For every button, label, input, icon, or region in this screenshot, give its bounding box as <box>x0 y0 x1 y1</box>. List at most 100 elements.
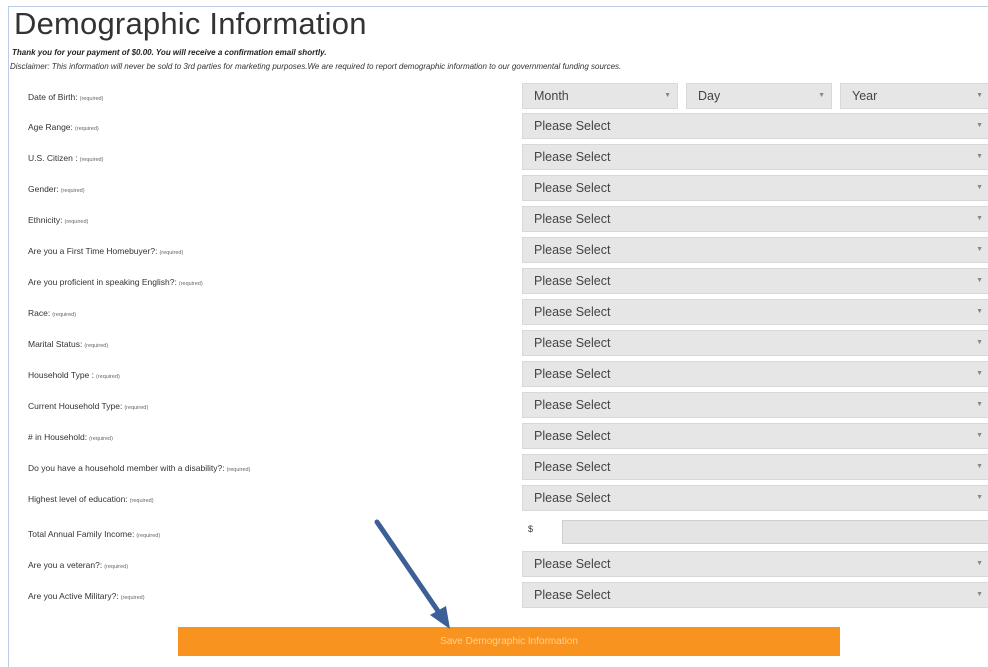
field-select-value: Please Select <box>534 243 611 257</box>
field-label: U.S. Citizen : (required) <box>28 153 104 163</box>
required-tag: (required) <box>89 436 113 442</box>
field-select-value: Please Select <box>534 212 611 226</box>
caret-down-icon: ▼ <box>976 153 983 160</box>
dob-row: Date of Birth: (required) Month ▼ Day ▼ Yea… <box>0 83 988 114</box>
field-select-value: Please Select <box>534 274 611 288</box>
dob-label: Date of Birth: (required) <box>28 92 104 102</box>
caret-down-icon: ▼ <box>976 339 983 346</box>
caret-down-icon: ▼ <box>976 215 983 222</box>
page-title: Demographic Information <box>14 6 367 41</box>
required-tag: (required) <box>120 595 145 601</box>
currency-symbol: $ <box>528 524 534 534</box>
field-select[interactable]: Please Select ▼ <box>522 175 988 201</box>
required-tag: (required) <box>79 157 104 163</box>
field-label: Gender: (required) <box>28 184 85 194</box>
income-label: Total Annual Family Income: (required) <box>28 529 161 539</box>
form-row: Are you a veteran?: (required) Please Sele… <box>0 551 988 582</box>
required-tag: (required) <box>84 343 109 349</box>
field-select[interactable]: Please Select ▼ <box>522 299 988 325</box>
required-tag: (required) <box>79 96 104 102</box>
caret-down-icon: ▼ <box>976 184 983 191</box>
field-label: Race: (required) <box>28 308 77 318</box>
field-select-value: Please Select <box>534 460 611 474</box>
form-row: Race: (required) Please Select ▼ <box>0 299 988 330</box>
form-row: Are you proficient in speaking English?:… <box>0 268 988 299</box>
field-label: Current Household Type: (required) <box>28 401 149 411</box>
form-row: Are you Active Military?: (required) Pleas… <box>0 582 988 613</box>
required-tag: (required) <box>104 564 129 570</box>
required-tag: (required) <box>64 219 89 225</box>
form-row: Are you a First Time Homebuyer?: (require… <box>0 237 988 268</box>
form-row: Gender: (required) Please Select ▼ <box>0 175 988 206</box>
caret-down-icon: ▼ <box>818 92 825 99</box>
field-select-value: Please Select <box>534 429 611 443</box>
required-tag: (required) <box>124 405 149 411</box>
field-select[interactable]: Please Select ▼ <box>522 551 988 577</box>
field-select[interactable]: Please Select ▼ <box>522 206 988 232</box>
field-label: Marital Status: (required) <box>28 339 109 349</box>
field-select[interactable]: Please Select ▼ <box>522 454 988 480</box>
dob-year-select[interactable]: Year ▼ <box>840 83 988 109</box>
field-select-value: Please Select <box>534 367 611 381</box>
caret-down-icon: ▼ <box>664 92 671 99</box>
caret-down-icon: ▼ <box>976 494 983 501</box>
field-label: Household Type : (required) <box>28 370 120 380</box>
payment-confirmation-text: Thank you for your payment of $0.00. You… <box>12 48 327 57</box>
form-row: # in Household: (required) Please Select ▼ <box>0 423 988 454</box>
field-label: Are you a veteran?: (required) <box>28 560 129 570</box>
form-row: U.S. Citizen : (required) Please Select ▼ <box>0 144 988 175</box>
required-tag: (required) <box>178 281 203 287</box>
required-tag: (required) <box>52 312 77 318</box>
field-select-value: Please Select <box>534 119 611 133</box>
form-row: Highest level of education: (required) Ple… <box>0 485 988 516</box>
caret-down-icon: ▼ <box>976 122 983 129</box>
field-select-value: Please Select <box>534 491 611 505</box>
field-select-value: Please Select <box>534 588 611 602</box>
field-label: Are you Active Military?: (required) <box>28 591 145 601</box>
caret-down-icon: ▼ <box>976 560 983 567</box>
field-select-value: Please Select <box>534 150 611 164</box>
dob-month-select[interactable]: Month ▼ <box>522 83 678 109</box>
field-select[interactable]: Please Select ▼ <box>522 392 988 418</box>
field-select[interactable]: Please Select ▼ <box>522 268 988 294</box>
income-input[interactable] <box>562 520 988 544</box>
caret-down-icon: ▼ <box>976 432 983 439</box>
field-select-value: Please Select <box>534 305 611 319</box>
dob-day-value: Day <box>698 89 721 103</box>
field-select[interactable]: Please Select ▼ <box>522 113 988 139</box>
field-label: Age Range: (required) <box>28 122 99 132</box>
form-row: Household Type : (required) Please Select ▼ <box>0 361 988 392</box>
caret-down-icon: ▼ <box>976 591 983 598</box>
disclaimer-text: Disclaimer: This information will never … <box>10 62 622 71</box>
form-row: Marital Status: (required) Please Select ▼ <box>0 330 988 361</box>
field-label: Ethnicity: (required) <box>28 215 89 225</box>
caret-down-icon: ▼ <box>976 308 983 315</box>
field-select[interactable]: Please Select ▼ <box>522 330 988 356</box>
field-select[interactable]: Please Select ▼ <box>522 582 988 608</box>
form-row: Age Range: (required) Please Select ▼ <box>0 113 988 144</box>
required-tag: (required) <box>226 467 251 473</box>
field-select[interactable]: Please Select ▼ <box>522 423 988 449</box>
save-demographic-button[interactable]: Save Demographic Information <box>178 627 840 656</box>
field-select[interactable]: Please Select ▼ <box>522 144 988 170</box>
required-tag: (required) <box>74 126 99 132</box>
field-select-value: Please Select <box>534 181 611 195</box>
caret-down-icon: ▼ <box>976 401 983 408</box>
required-tag: (required) <box>60 188 85 194</box>
caret-down-icon: ▼ <box>976 246 983 253</box>
required-tag: (required) <box>96 374 120 380</box>
field-select[interactable]: Please Select ▼ <box>522 485 988 511</box>
field-label: Do you have a household member with a di… <box>28 463 251 473</box>
field-select-value: Please Select <box>534 336 611 350</box>
field-select[interactable]: Please Select ▼ <box>522 237 988 263</box>
form-row: Current Household Type: (required) Please … <box>0 392 988 423</box>
field-label: Are you a First Time Homebuyer?: (require… <box>28 246 184 256</box>
form-row: Ethnicity: (required) Please Select ▼ <box>0 206 988 237</box>
form-row: Do you have a household member with a di… <box>0 454 988 485</box>
field-label: # in Household: (required) <box>28 432 113 442</box>
caret-down-icon: ▼ <box>976 92 983 99</box>
dob-day-select[interactable]: Day ▼ <box>686 83 832 109</box>
required-tag: (required) <box>129 498 154 504</box>
caret-down-icon: ▼ <box>976 463 983 470</box>
field-select[interactable]: Please Select ▼ <box>522 361 988 387</box>
